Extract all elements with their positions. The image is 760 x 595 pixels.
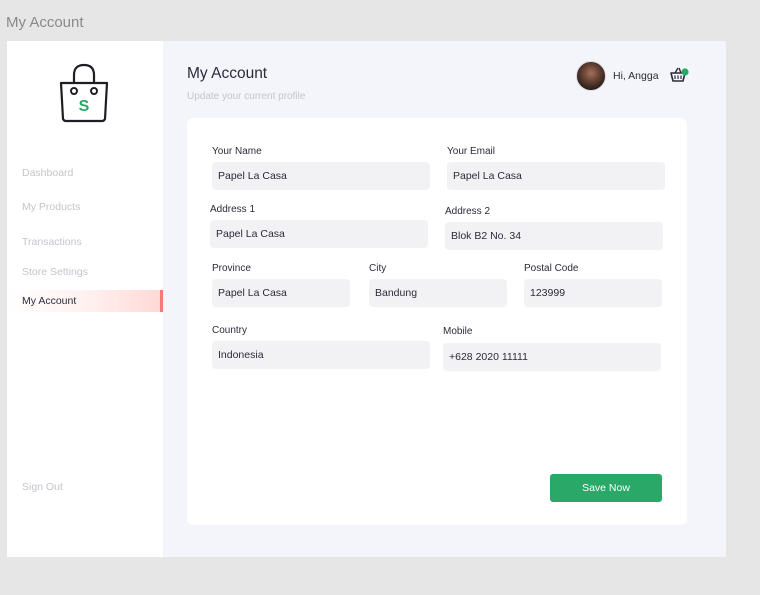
name-label: Your Name [212, 146, 262, 157]
postal-code-field[interactable]: 123999 [524, 279, 662, 307]
sidebar-item-my-products[interactable]: My Products [7, 196, 163, 218]
sidebar-item-transactions[interactable]: Transactions [7, 231, 163, 253]
address2-label: Address 2 [445, 206, 491, 217]
name-field[interactable]: Papel La Casa [212, 162, 430, 190]
mobile-field[interactable]: +628 2020 11111 [443, 343, 661, 371]
sidebar: S Dashboard My Products Transactions Sto… [7, 41, 163, 557]
window-title: My Account [6, 14, 84, 31]
province-label: Province [212, 263, 251, 274]
sidebar-item-my-account[interactable]: My Account [7, 290, 163, 312]
sign-out-link[interactable]: Sign Out [22, 481, 63, 493]
address1-field[interactable]: Papel La Casa [210, 220, 428, 248]
app-window: S Dashboard My Products Transactions Sto… [7, 41, 726, 557]
email-label: Your Email [447, 146, 495, 157]
page-title: My Account [187, 65, 268, 82]
postal-code-label: Postal Code [524, 263, 579, 274]
country-label: Country [212, 325, 248, 336]
city-label: City [369, 263, 387, 274]
shopping-basket-icon[interactable] [669, 66, 689, 84]
user-greeting: Hi, Angga [613, 70, 659, 82]
save-button[interactable]: Save Now [550, 474, 662, 502]
page-subtitle: Update your current profile [187, 91, 306, 102]
shopping-bag-icon: S [59, 63, 109, 123]
logo-letter: S [79, 98, 90, 115]
sidebar-item-store-settings[interactable]: Store Settings [7, 261, 163, 283]
province-field[interactable]: Papel La Casa [212, 279, 350, 307]
address1-label: Address 1 [210, 204, 256, 215]
country-field[interactable]: Indonesia [212, 341, 430, 369]
avatar[interactable] [576, 61, 606, 91]
city-field[interactable]: Bandung [369, 279, 507, 307]
address2-field[interactable]: Blok B2 No. 34 [445, 222, 663, 250]
sidebar-item-dashboard[interactable]: Dashboard [7, 162, 163, 184]
user-menu[interactable]: Hi, Angga [576, 61, 659, 91]
profile-form-card: Your Name Papel La Casa Your Email Papel… [187, 118, 687, 525]
mobile-label: Mobile [443, 326, 473, 337]
email-field[interactable]: Papel La Casa [447, 162, 665, 190]
